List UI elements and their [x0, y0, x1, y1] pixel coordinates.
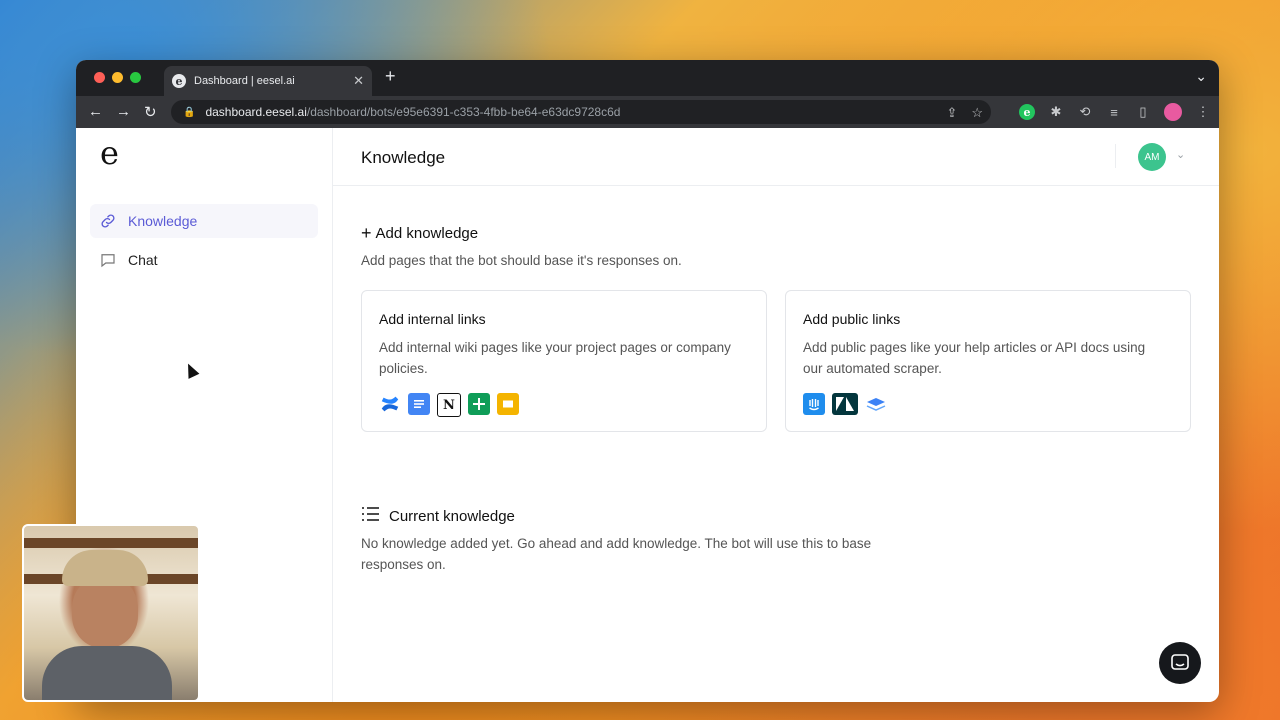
- empty-knowledge-message: No knowledge added yet. Go ahead and add…: [361, 536, 872, 572]
- chat-bubble-icon: [98, 251, 118, 269]
- add-knowledge-title: Add knowledge: [375, 225, 479, 242]
- reading-list-icon[interactable]: ≡: [1106, 104, 1122, 120]
- current-knowledge-title: Current knowledge: [389, 507, 515, 525]
- zendesk-icon: [832, 393, 858, 415]
- tab-search-chevron-icon[interactable]: ⌄: [1195, 68, 1207, 85]
- sidebar-item-chat[interactable]: Chat: [90, 243, 318, 277]
- page-header: Knowledge AM ⌄: [332, 128, 1219, 186]
- current-knowledge-heading: Current knowledge: [361, 506, 515, 526]
- chat-icon: [1171, 654, 1189, 670]
- side-panel-icon[interactable]: ▯: [1135, 104, 1151, 120]
- header-divider: [1115, 144, 1116, 168]
- ceiling-beam: [24, 538, 198, 548]
- add-public-links-card[interactable]: Add public links Add public pages like y…: [785, 290, 1191, 432]
- chevron-down-icon[interactable]: ⌄: [1176, 148, 1185, 161]
- close-window-button[interactable]: [94, 72, 105, 83]
- forward-arrow-icon[interactable]: →: [116, 103, 131, 120]
- tab-bar: e Dashboard | eesel.ai ✕ + ⌄: [76, 60, 1219, 96]
- browser-tab[interactable]: e Dashboard | eesel.ai ✕: [164, 66, 372, 96]
- url-host: dashboard.eesel.ai: [205, 105, 307, 119]
- card-title: Add public links: [803, 311, 901, 327]
- sync-extension-icon[interactable]: ⟲: [1077, 104, 1093, 120]
- card-title: Add internal links: [379, 311, 486, 327]
- webcam-overlay: [22, 524, 200, 702]
- bookmark-star-icon[interactable]: ☆: [971, 105, 983, 121]
- eesel-favicon-icon: e: [172, 74, 186, 88]
- url-path: /dashboard/bots/e95e6391-c353-4fbb-be64-…: [306, 105, 621, 119]
- address-bar[interactable]: 🔒 dashboard.eesel.ai /dashboard/bots/e95…: [171, 100, 991, 124]
- main-panel: Knowledge AM ⌄ + Add knowledge Add pages…: [332, 128, 1219, 702]
- user-avatar[interactable]: AM: [1138, 143, 1166, 171]
- sidebar-item-label: Chat: [128, 252, 158, 268]
- notion-icon: N: [437, 393, 461, 417]
- google-slides-icon: [497, 393, 519, 415]
- presenter-cap: [62, 550, 148, 586]
- add-internal-links-card[interactable]: Add internal links Add internal wiki pag…: [361, 290, 767, 432]
- back-arrow-icon[interactable]: ←: [88, 103, 103, 120]
- new-tab-icon[interactable]: +: [385, 66, 396, 87]
- card-description: Add internal wiki pages like your projec…: [379, 340, 731, 376]
- list-icon: [361, 506, 380, 526]
- chat-launcher-button[interactable]: [1159, 642, 1201, 684]
- lock-icon: 🔒: [183, 106, 196, 118]
- google-docs-icon: [408, 393, 430, 415]
- sidebar-item-knowledge[interactable]: Knowledge: [90, 204, 318, 238]
- tab-title: Dashboard | eesel.ai: [194, 75, 295, 87]
- browser-menu-icon[interactable]: ⋮: [1195, 104, 1211, 120]
- page-title: Knowledge: [361, 148, 446, 167]
- minimize-window-button[interactable]: [112, 72, 123, 83]
- confluence-icon: [379, 393, 401, 415]
- link-icon: [98, 212, 118, 230]
- browser-toolbar: ← → ↻ 🔒 dashboard.eesel.ai /dashboard/bo…: [76, 96, 1219, 128]
- maximize-window-button[interactable]: [130, 72, 141, 83]
- add-knowledge-button[interactable]: + Add knowledge: [361, 223, 478, 244]
- extensions-puzzle-icon[interactable]: ✱: [1048, 104, 1064, 120]
- intercom-icon: [803, 393, 825, 415]
- eesel-extension-icon[interactable]: e: [1019, 104, 1035, 120]
- add-knowledge-subtitle: Add pages that the bot should base it's …: [361, 253, 682, 268]
- plus-icon: +: [361, 223, 372, 243]
- close-tab-icon[interactable]: ✕: [353, 73, 364, 89]
- reload-icon[interactable]: ↻: [144, 103, 157, 121]
- document360-icon: [865, 393, 887, 415]
- card-description: Add public pages like your help articles…: [803, 340, 1146, 376]
- presenter-face: [72, 576, 138, 648]
- google-sheets-icon: [468, 393, 490, 415]
- share-icon[interactable]: ⇪: [946, 105, 957, 121]
- presenter-shirt: [42, 646, 172, 700]
- app-content: e Knowledge Chat Knowledge AM ⌄ + Add kn…: [76, 128, 1219, 702]
- profile-avatar-icon[interactable]: [1164, 103, 1182, 121]
- eesel-logo[interactable]: e: [100, 134, 119, 172]
- sidebar-item-label: Knowledge: [128, 213, 198, 229]
- browser-window: e Dashboard | eesel.ai ✕ + ⌄ ← → ↻ 🔒 das…: [76, 60, 1219, 702]
